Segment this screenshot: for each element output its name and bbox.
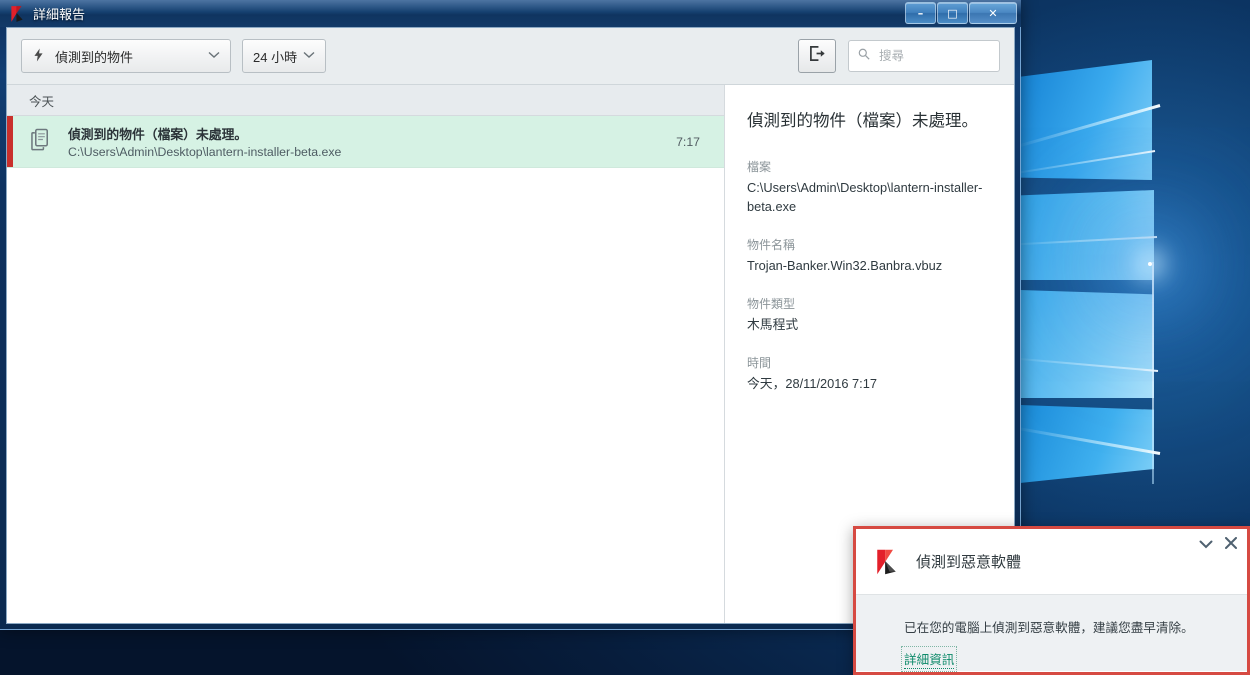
toolbar: 偵測到的物件 24 小時 xyxy=(7,28,1014,85)
row-time: 7:17 xyxy=(676,134,700,149)
field-label: 物件名稱 xyxy=(747,237,796,252)
details-link[interactable]: 詳細資訊 xyxy=(900,646,958,672)
period-dropdown[interactable]: 24 小時 xyxy=(242,39,326,73)
detail-field-object-type: 物件類型 木馬程式 xyxy=(747,295,988,334)
lightning-bolt-icon xyxy=(32,48,45,65)
field-value: 木馬程式 xyxy=(747,316,799,332)
field-value: Trojan-Banker.Win32.Banbra.vbuz xyxy=(747,257,943,273)
minimize-button[interactable]: – xyxy=(905,2,936,24)
filter-dropdown[interactable]: 偵測到的物件 xyxy=(21,39,231,73)
close-icon[interactable] xyxy=(1225,537,1237,551)
wallpaper-light-source xyxy=(1148,262,1152,266)
row-title: 偵測到的物件（檔案）未處理。 xyxy=(68,127,248,142)
detail-title: 偵測到的物件（檔案）未處理。 xyxy=(747,112,978,130)
filter-dropdown-label: 偵測到的物件 xyxy=(55,49,134,65)
notification-message: 已在您的電腦上偵測到惡意軟體，建議您盡早清除。 xyxy=(904,621,1194,635)
notification-body: 已在您的電腦上偵測到惡意軟體，建議您盡早清除。 詳細資訊 xyxy=(856,595,1247,672)
kaspersky-logo-icon xyxy=(872,548,900,576)
minimize-icon: – xyxy=(917,6,924,20)
document-icon xyxy=(31,128,52,156)
detail-field-object-name: 物件名稱 Trojan-Banker.Win32.Banbra.vbuz xyxy=(747,236,988,275)
kaspersky-logo-icon xyxy=(8,5,26,23)
detail-field-file: 檔案 C:\Users\Admin\Desktop\lantern-instal… xyxy=(747,158,988,215)
severity-indicator xyxy=(7,116,13,167)
search-box[interactable] xyxy=(848,40,1000,72)
field-label: 物件類型 xyxy=(747,296,796,311)
detail-field-time: 時間 今天，28/11/2016 7:17 xyxy=(747,354,988,393)
toolbar-right-group xyxy=(798,39,1000,73)
wallpaper-pane-2 xyxy=(1020,190,1154,280)
maximize-button[interactable]: □ xyxy=(937,2,968,24)
close-icon: ✕ xyxy=(988,6,998,20)
maximize-icon: □ xyxy=(947,6,958,20)
field-label: 時間 xyxy=(747,356,772,371)
titlebar-glass xyxy=(0,0,1021,12)
field-label: 檔案 xyxy=(747,160,772,175)
search-input[interactable] xyxy=(877,48,990,64)
malware-notification-popup: 偵測到惡意軟體 已在您的電腦上偵測到惡意軟體，建議您盡早清除。 詳細資訊 xyxy=(853,526,1250,675)
row-text-group: 偵測到的物件（檔案）未處理。 C:\Users\Admin\Desktop\la… xyxy=(68,124,341,159)
window-controls: – □ ✕ xyxy=(905,2,1017,24)
wallpaper-pane-3 xyxy=(1020,290,1154,398)
notification-title: 偵測到惡意軟體 xyxy=(916,554,1022,571)
period-dropdown-label: 24 小時 xyxy=(253,49,298,65)
window-titlebar[interactable]: 詳細報告 – □ ✕ xyxy=(0,0,1021,27)
search-icon xyxy=(858,47,870,65)
notification-header: 偵測到惡意軟體 xyxy=(856,529,1247,595)
events-list-pane: 今天 偵測到的物件（檔案）未處理。 C:\Users\Admin\Desktop… xyxy=(7,85,725,623)
field-value: 今天，28/11/2016 7:17 xyxy=(747,376,877,392)
window-title: 詳細報告 xyxy=(33,7,86,22)
chevron-down-icon xyxy=(208,51,220,62)
export-icon xyxy=(808,45,827,67)
table-row[interactable]: 偵測到的物件（檔案）未處理。 C:\Users\Admin\Desktop\la… xyxy=(7,116,724,168)
row-path: C:\Users\Admin\Desktop\lantern-installer… xyxy=(68,145,342,159)
chevron-down-icon[interactable] xyxy=(1199,538,1213,551)
list-group-header: 今天 xyxy=(7,85,724,116)
export-button[interactable] xyxy=(798,39,836,73)
close-button[interactable]: ✕ xyxy=(969,2,1017,24)
field-value: C:\Users\Admin\Desktop\lantern-installer… xyxy=(747,180,983,214)
notification-controls xyxy=(1199,537,1237,551)
chevron-down-icon xyxy=(303,51,315,62)
